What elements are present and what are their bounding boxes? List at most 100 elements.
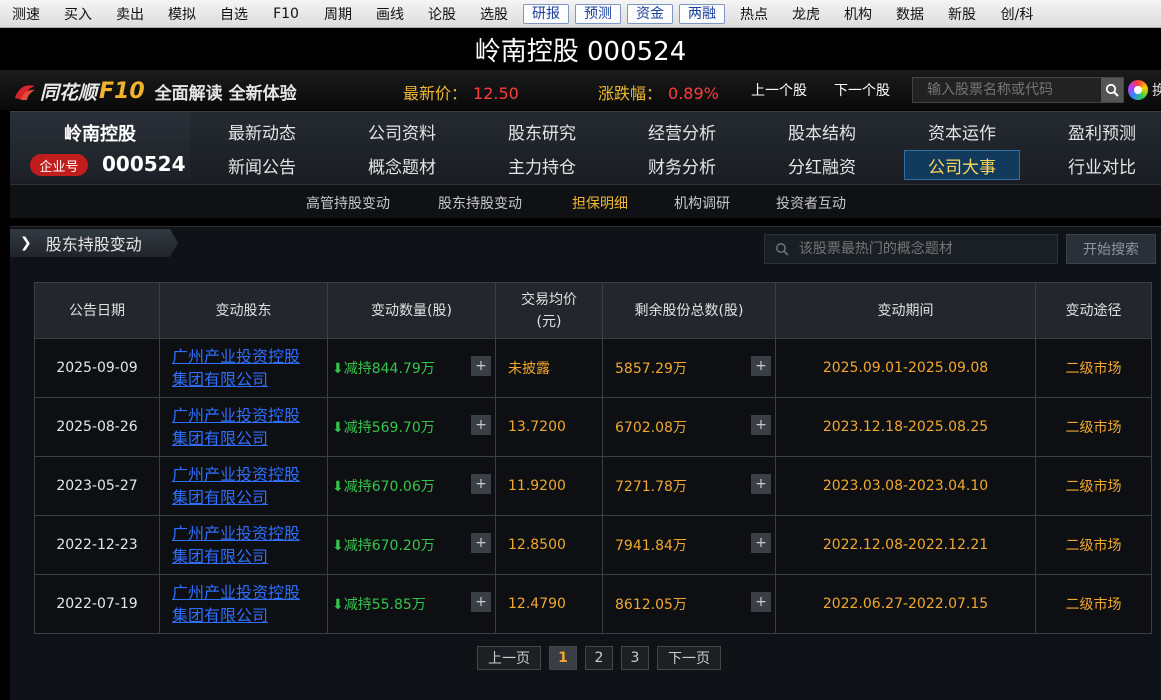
expand-plus-icon[interactable]: + [751,533,771,553]
page-button[interactable]: 3 [621,646,649,670]
expand-plus-icon[interactable]: + [751,474,771,494]
toolbar-item[interactable]: 新股 [936,0,988,27]
toolbar-item[interactable]: 论股 [416,0,468,27]
column-header: 剩余股份总数(股) [602,282,776,339]
company-box: 岭南控股 企业号 000524 [10,112,190,182]
toolbar-item[interactable]: 画线 [364,0,416,27]
nav-item[interactable]: 最新动态 [204,116,320,146]
expand-plus-icon[interactable]: + [471,415,491,435]
remaining-shares: 7271.78万 [615,479,687,495]
toolbar-item[interactable]: F10 [260,0,312,27]
expand-plus-icon[interactable]: + [751,415,771,435]
next-stock-link[interactable]: 下一个股 [834,80,890,100]
toolbar-item[interactable]: 创/科 [988,0,1046,27]
toolbar-item[interactable]: 热点 [728,0,780,27]
toolbar-item[interactable]: 选股 [468,0,520,27]
expand-plus-icon[interactable]: + [751,356,771,376]
toolbar-item[interactable]: 测速 [0,0,52,27]
table-row: 2025-09-09 广州产业投资控股 集团有限公司 ⬇减持844.79万 + 未披露 5… [34,338,1152,398]
page-button[interactable]: 上一页 [477,646,541,670]
holder-link[interactable]: 广州产业投资控股 集团有限公司 [160,463,327,509]
avg-price: 11.9200 [495,456,603,516]
change-period: 2023.12.18-2025.08.25 [775,397,1036,457]
announce-date: 2022-12-23 [34,515,160,575]
nav-item[interactable]: 股东研究 [484,116,600,146]
toolbar-item[interactable]: 两融 [676,0,728,27]
search-button[interactable] [1101,78,1123,102]
nav-item[interactable]: 财务分析 [624,150,740,180]
change-qty-cell: ⬇减持844.79万 + [327,338,496,398]
change-period: 2023.03.08-2023.04.10 [775,456,1036,516]
toolbar-item[interactable]: 预测 [572,0,624,27]
sub-nav-item[interactable]: 高管持股变动 [306,193,390,213]
nav-item[interactable]: 新闻公告 [204,150,320,180]
column-header: 公告日期 [34,282,160,339]
avg-price: 13.7200 [495,397,603,457]
f10-brand: 同花顺 [40,82,98,104]
sub-nav-item[interactable]: 股东持股变动 [438,193,522,213]
nav-item[interactable]: 经营分析 [624,116,740,146]
holder-link[interactable]: 广州产业投资控股 集团有限公司 [160,522,327,568]
enterprise-badge[interactable]: 企业号 [30,154,88,176]
nav-item[interactable]: 股本结构 [764,116,880,146]
toolbar-item[interactable]: 机构 [832,0,884,27]
remaining-shares: 5857.29万 [615,361,687,377]
search-icon [775,243,789,256]
toolbar-item[interactable]: 买入 [52,0,104,27]
skin-color-icon[interactable] [1128,80,1148,100]
expand-plus-icon[interactable]: + [471,533,491,553]
announce-date: 2022-07-19 [34,574,160,634]
holder-cell: 广州产业投资控股 集团有限公司 [159,456,328,516]
toolbar-item[interactable]: 自选 [208,0,260,27]
decrease-arrow-icon: ⬇ [332,479,344,495]
change-way: 二级市场 [1035,456,1152,516]
concept-search-input[interactable] [798,241,1057,257]
sub-nav-item[interactable]: 投资者互动 [776,193,846,213]
holder-cell: 广州产业投资控股 集团有限公司 [159,574,328,634]
nav-item[interactable]: 公司大事 [904,150,1020,180]
start-search-button[interactable]: 开始搜索 [1066,234,1156,264]
expand-plus-icon[interactable]: + [471,474,491,494]
toolbar-item[interactable]: 资金 [624,0,676,27]
nav-item[interactable]: 概念题材 [344,150,460,180]
expand-plus-icon[interactable]: + [751,592,771,612]
nav-item[interactable]: 行业对比 [1044,150,1160,180]
announce-date: 2025-08-26 [34,397,160,457]
announce-date: 2023-05-27 [34,456,160,516]
expand-plus-icon[interactable]: + [471,356,491,376]
decrease-arrow-icon: ⬇ [332,597,344,613]
toolbar-item[interactable]: 卖出 [104,0,156,27]
nav-item[interactable]: 主力持仓 [484,150,600,180]
company-code: 000524 [102,152,186,176]
section-title: ❯ 股东持股变动 [10,229,178,257]
change-qty-cell: ⬇减持670.20万 + [327,515,496,575]
nav-item[interactable]: 资本运作 [904,116,1020,146]
change-way: 二级市场 [1035,515,1152,575]
f10-slogan: 全面解读 全新体验 [154,84,297,104]
page-button[interactable]: 2 [585,646,613,670]
holder-link[interactable]: 广州产业投资控股 集团有限公司 [160,404,327,450]
toolbar-item[interactable]: 研报 [520,0,572,27]
toolbar-item[interactable]: 周期 [312,0,364,27]
change-qty: 减持844.79万 [343,361,435,377]
nav-item[interactable]: 公司资料 [344,116,460,146]
expand-plus-icon[interactable]: + [471,592,491,612]
avg-price: 未披露 [495,338,603,398]
sub-nav-item[interactable]: 担保明细 [572,193,628,213]
prev-stock-link[interactable]: 上一个股 [751,80,807,100]
table-row: 2022-12-23 广州产业投资控股 集团有限公司 ⬇减持670.20万 +12.8… [34,515,1152,575]
page-button[interactable]: 1 [549,646,577,670]
toolbar-item[interactable]: 龙虎 [780,0,832,27]
page-button[interactable]: 下一页 [657,646,721,670]
concept-search [764,234,1058,264]
holder-link[interactable]: 广州产业投资控股 集团有限公司 [160,345,327,391]
nav-item[interactable]: 分红融资 [764,150,880,180]
column-header: 变动途径 [1035,282,1152,339]
toolbar-item[interactable]: 模拟 [156,0,208,27]
skin-switch-label[interactable]: 换 [1152,80,1161,100]
holder-link[interactable]: 广州产业投资控股 集团有限公司 [160,581,327,627]
toolbar-item[interactable]: 数据 [884,0,936,27]
nav-item[interactable]: 盈利预测 [1044,116,1160,146]
stock-search-input[interactable] [913,78,1101,102]
sub-nav-item[interactable]: 机构调研 [674,193,730,213]
